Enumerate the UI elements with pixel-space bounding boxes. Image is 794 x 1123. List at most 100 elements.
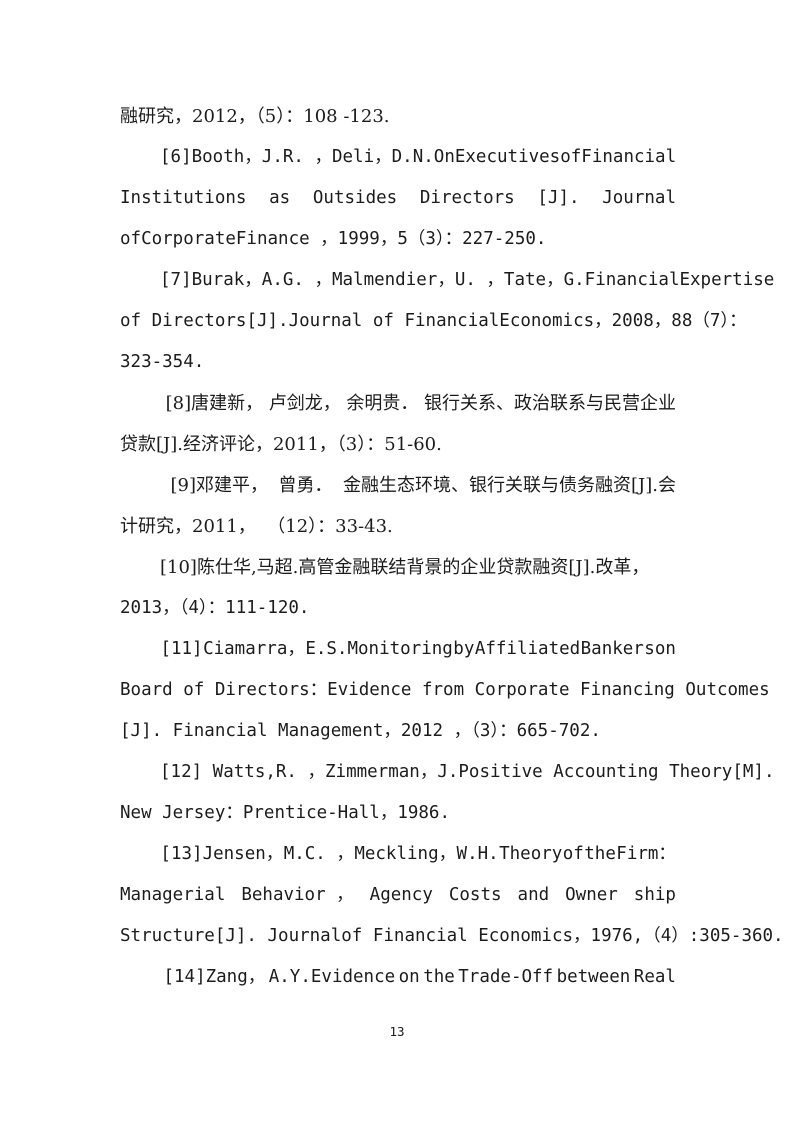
text-line: [7] Burak，A.G. ，Malmendier，U. ，Tate，G. Fin… — [120, 260, 774, 301]
text-token: ship — [633, 885, 676, 905]
text-line: [12] Watts,R. ，Zimmerman，J.Positive Acco… — [120, 752, 774, 793]
text-token: D.N.On — [391, 147, 455, 167]
text-token: [6] — [160, 147, 192, 167]
text-token: by — [453, 639, 475, 659]
text-token: M.C. ， — [283, 844, 354, 864]
references-body: 融研究，2012，（5）：108 -123. [6] Booth， J.R. ， Del… — [120, 96, 784, 998]
text-token: [14]Zang， — [163, 967, 266, 987]
text-line: [14]Zang， A.Y.Evidence on the Trade-Off betwe… — [120, 957, 676, 998]
paragraph-indent — [120, 137, 160, 178]
text-token: Outsides — [312, 188, 398, 208]
text-line: 2013，（4）：111-120. — [120, 588, 676, 629]
text-token: Directors — [419, 188, 515, 208]
text-token: 融研究，2012，（5）：108 -123. — [120, 106, 390, 127]
text-line: Managerial Behavior ， Agency Costs and Owner s… — [120, 875, 676, 916]
text-token: Burak，A.G. ，Malmendier，U. ，Tate，G. — [191, 270, 585, 290]
text-token: Firm： — [616, 844, 676, 864]
text-token: Agency — [369, 885, 433, 905]
text-token: W.H. — [456, 844, 499, 864]
text-token: Deli， — [331, 147, 392, 167]
text-token: [J]. Financial Management，2012 ，（3）：665-… — [120, 721, 601, 741]
text-line: [6] Booth， J.R. ， Deli， D.N.On Executivesof Fi… — [120, 137, 676, 178]
text-token: as — [269, 188, 291, 208]
text-token: Financial — [581, 147, 677, 167]
text-token: the — [584, 844, 616, 864]
text-line: [J]. Financial Management，2012 ，（3）：665-… — [120, 711, 676, 752]
text-token: A.Y.Evidence — [268, 967, 396, 987]
text-token: 卢剑龙， — [268, 393, 341, 414]
text-token: Theory — [499, 844, 563, 864]
text-token: J.R. ， — [261, 147, 332, 167]
text-token: Affiliated — [474, 639, 581, 659]
text-line: 贷款[J].经济评论，2011，（3）：51-60. — [120, 424, 676, 465]
text-token: [13]Jensen， — [160, 844, 284, 864]
text-token: Meckling， — [354, 844, 457, 864]
paragraph-indent — [120, 629, 160, 670]
text-line: ofCorporateFinance ，1999，5（3）：227-250. — [120, 219, 676, 260]
text-token: and — [517, 885, 550, 905]
text-token: Real — [633, 967, 676, 987]
text-token: Managerial — [120, 885, 226, 905]
text-token: E.S.Monitoring — [305, 639, 453, 659]
text-token: Owner — [565, 885, 618, 905]
paragraph-indent — [120, 957, 160, 998]
text-token: [12] Watts,R. ，Zimmerman，J.Positive Acco… — [160, 762, 775, 782]
text-token: Journal of FinancialEconomics，2008，88（7）… — [288, 311, 747, 331]
text-line: [13]Jensen， M.C. ， Meckling， W.H. Theory of th… — [120, 834, 676, 875]
paragraph-indent — [120, 752, 160, 793]
text-line: New Jersey：Prentice-Hall，1986. — [120, 793, 676, 834]
text-token: 金融生态环境、银行关联与债务融资[J].会 — [343, 475, 676, 496]
paragraph-indent — [120, 465, 160, 506]
text-token: [11] — [160, 639, 203, 659]
text-token: Institutions — [120, 188, 247, 208]
text-token: [9]邓建平， — [170, 475, 269, 496]
text-token: [J]. — [246, 311, 289, 331]
document-page: 融研究，2012，（5）：108 -123. [6] Booth， J.R. ， Del… — [0, 0, 794, 1123]
text-token: Expertise — [679, 270, 775, 290]
text-token: between — [556, 967, 631, 987]
text-token: son — [644, 639, 676, 659]
text-token: 贷款[J].经济评论，2011，（3）：51-60. — [120, 434, 442, 455]
text-token: of Directors — [120, 311, 247, 331]
text-line: [11] Ciamarra， E.S.Monitoring by Affiliated B… — [120, 629, 676, 670]
text-token: Behavior ， — [241, 885, 354, 905]
text-token: Executivesof — [454, 147, 582, 167]
text-line: Structure[J]. Journalof Financial Econom… — [120, 916, 784, 957]
text-line: Board of Directors： Evidence from Corpora… — [120, 670, 770, 711]
text-token: Financial — [584, 270, 680, 290]
text-token: Trade-Off — [458, 967, 554, 987]
text-token: [J]. — [537, 188, 580, 208]
text-token: Booth， — [191, 147, 262, 167]
paragraph-indent — [120, 383, 160, 424]
text-line: 融研究，2012，（5）：108 -123. — [120, 96, 676, 137]
text-token: [10]陈仕华,马超.高管金融联结背景的企业贷款融资[J].改革， — [160, 557, 650, 578]
text-token: the — [423, 967, 455, 987]
text-token: Costs — [448, 885, 502, 905]
text-line: of Directors [J]. Journal of FinancialEcon… — [120, 301, 747, 342]
text-token: Banker — [580, 639, 644, 659]
text-token: of — [562, 844, 584, 864]
text-token: 银行关系、政治联系与民营企业 — [424, 393, 676, 414]
paragraph-indent — [120, 834, 160, 875]
text-token: [8]唐建新， — [165, 393, 264, 414]
page-number: 13 — [389, 1024, 405, 1039]
text-line: Institutions as Outsides Directors [J]. Journ… — [120, 178, 676, 219]
text-token: Board of Directors： — [120, 680, 328, 700]
text-token: ofCorporateFinance ，1999，5（3）：227-250. — [120, 229, 547, 249]
text-token: 曾勇． — [278, 475, 333, 496]
text-line: [8]唐建新， 卢剑龙， 余明贵． 银行关系、政治联系与民营企业 — [120, 383, 676, 424]
text-token: [7] — [160, 270, 192, 290]
text-token: 2013，（4）：111-120. — [120, 598, 310, 618]
paragraph-indent — [120, 547, 160, 588]
text-token: Ciamarra， — [203, 639, 305, 659]
text-token: 323-354. — [120, 352, 205, 372]
text-token: Evidence from Corporate Financing Outcom… — [327, 680, 770, 700]
text-line: 323-354. — [120, 342, 676, 383]
text-token: New Jersey：Prentice-Hall，1986. — [120, 803, 451, 823]
text-token: 计研究，2011， （12）：33-43. — [120, 516, 393, 537]
text-token: Journal — [602, 188, 676, 208]
text-line: 计研究，2011， （12）：33-43. — [120, 506, 676, 547]
text-token: Structure[J]. Journalof Financial Econom… — [120, 926, 784, 946]
paragraph-indent — [120, 260, 160, 301]
text-token: 余明贵． — [346, 393, 419, 414]
